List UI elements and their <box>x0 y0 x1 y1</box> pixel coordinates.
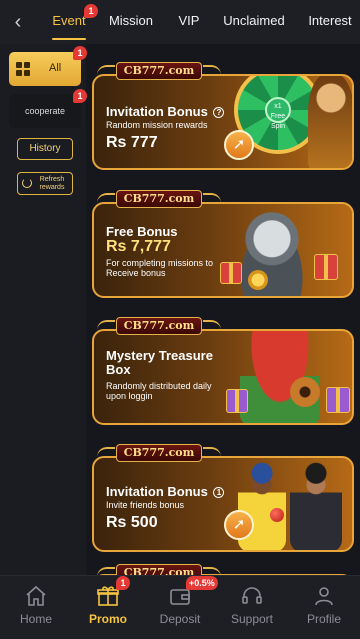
card-subtitle: Randomly distributed daily upon loggin <box>106 381 212 401</box>
card-title: Invitation Bonus 1 <box>106 484 225 499</box>
card-amount: Rs 500 <box>106 514 158 531</box>
woman-illustration <box>308 76 352 168</box>
card-amount: Rs 777 <box>106 134 158 151</box>
nav-profile[interactable]: Profile <box>288 576 360 639</box>
cb777-logo: CB777.com <box>97 444 221 462</box>
history-button[interactable]: History <box>17 138 73 160</box>
go-arrow-button[interactable]: ➚ <box>224 510 254 540</box>
card-title: Mystery Treasure Box <box>106 348 213 377</box>
nav-home[interactable]: Home <box>0 576 72 639</box>
person-icon <box>315 587 333 606</box>
sidebar-cooperate-badge: 1 <box>73 89 87 103</box>
raccoon-mascot-image <box>230 208 314 296</box>
wheel-hub-label: x1 Free Spin <box>265 97 291 130</box>
sidebar-item-cooperate[interactable]: cooperate <box>9 94 81 128</box>
nav-support[interactable]: Support <box>216 576 288 639</box>
cb777-logo: CB777.com <box>97 190 221 208</box>
refresh-icon <box>22 178 32 188</box>
cb777-logo: CB777.com <box>97 564 221 575</box>
deposit-bonus-badge: +0.5% <box>186 576 218 590</box>
top-tab-bar: ‹ Event 1 Mission VIP Unclaimed Interest <box>0 0 360 44</box>
promo-card-invitation-bonus-friends[interactable]: Invitation Bonus 1 Invite friends bonus … <box>92 456 354 552</box>
nav-promo[interactable]: Promo <box>72 576 144 639</box>
back-chevron-icon[interactable]: ‹ <box>8 10 28 34</box>
info-icon[interactable]: ? <box>213 107 225 118</box>
tab-unclaimed[interactable]: Unclaimed <box>222 0 286 44</box>
promo-card-invitation-bonus[interactable]: x1 Free Spin Invitation Bonus ? Random m… <box>92 74 354 170</box>
card-title: Free Bonus <box>106 224 178 239</box>
refresh-rewards-button[interactable]: Refresh rewards <box>17 172 73 195</box>
info-icon[interactable]: 1 <box>213 487 225 498</box>
promo-card-free-bonus[interactable]: Free Bonus Rs 7,777 For completing missi… <box>92 202 354 298</box>
grid-icon <box>16 62 30 76</box>
cb777-logo: CB777.com <box>97 62 221 80</box>
cricket-ball-icon <box>270 508 284 522</box>
sidebar-item-label: All <box>49 62 62 74</box>
card-title: Invitation Bonus ? <box>106 104 225 119</box>
promo-badge: 1 <box>116 576 130 590</box>
coins-icon <box>248 270 268 290</box>
sidebar-item-label: cooperate <box>24 106 66 116</box>
headset-icon <box>242 587 262 604</box>
category-sidebar: All 1 cooperate 1 History Refresh reward… <box>0 44 87 575</box>
card-subtitle: Random mission rewards <box>106 120 208 130</box>
promo-card-list: x1 Free Spin Invitation Bonus ? Random m… <box>86 44 360 575</box>
tab-mission[interactable]: Mission <box>106 0 156 44</box>
card-subtitle: For completing missions to Receive bonus <box>106 258 214 278</box>
tab-event-badge: 1 <box>84 4 98 18</box>
sidebar-item-all[interactable]: All <box>9 52 81 86</box>
tab-interest[interactable]: Interest <box>304 0 356 44</box>
cricketer-illustration <box>290 458 342 550</box>
go-arrow-button[interactable]: ➚ <box>224 130 254 160</box>
gift-box-icon <box>226 389 248 413</box>
home-icon <box>26 585 46 606</box>
gift-box-icon <box>326 387 350 413</box>
guitar-icon <box>290 377 320 407</box>
gift-box-icon <box>314 254 338 280</box>
cb777-logo: CB777.com <box>97 317 221 335</box>
sidebar-all-badge: 1 <box>73 46 87 60</box>
tab-vip[interactable]: VIP <box>174 0 204 44</box>
tab-event[interactable]: Event <box>48 0 90 44</box>
card-subtitle: Invite friends bonus <box>106 500 185 510</box>
bottom-navigation: Home Promo 1 Deposit +0.5% Support Profi… <box>0 575 360 639</box>
card-amount: Rs 7,777 <box>106 238 171 255</box>
promo-card-mystery-treasure-box[interactable]: Mystery Treasure Box Randomly distribute… <box>92 329 354 425</box>
